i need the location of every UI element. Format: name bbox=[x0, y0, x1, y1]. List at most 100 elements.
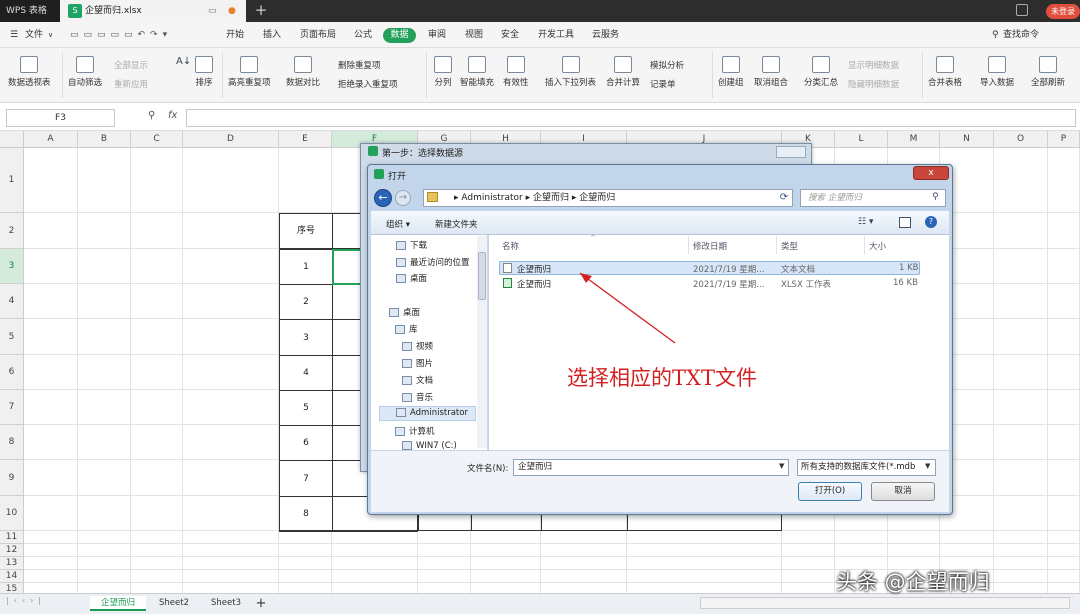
organize-menu[interactable]: 组织 ▾ bbox=[386, 218, 410, 230]
forward-arrow-icon[interactable]: → bbox=[395, 190, 411, 206]
tab-data[interactable]: 数据 bbox=[383, 28, 416, 43]
table-cell-seq[interactable]: 4 bbox=[279, 355, 333, 391]
column-header[interactable]: C bbox=[131, 131, 183, 148]
chevron-down-icon[interactable]: ▼ bbox=[779, 462, 784, 470]
remove-duplicates-button[interactable]: 删除重复项 bbox=[338, 59, 381, 71]
add-sheet-button[interactable]: + bbox=[254, 596, 268, 611]
col-date[interactable]: 修改日期 bbox=[693, 240, 727, 252]
nav-item[interactable]: 计算机 bbox=[395, 425, 435, 437]
dialog-controls[interactable] bbox=[776, 146, 806, 158]
row-header[interactable]: 4 bbox=[0, 284, 24, 319]
refresh-icon[interactable]: ⟳ bbox=[776, 190, 792, 206]
chevron-down-icon[interactable]: ▼ bbox=[925, 462, 930, 470]
search-icon[interactable]: ⚲ bbox=[932, 192, 939, 202]
tab-developer[interactable]: 开发工具 bbox=[538, 28, 574, 42]
row-header[interactable]: 8 bbox=[0, 425, 24, 460]
name-box[interactable]: F3 bbox=[6, 109, 115, 127]
filetype-select[interactable]: 所有支持的数据库文件(*.mdb bbox=[797, 459, 936, 476]
nav-item[interactable]: 图片 bbox=[402, 357, 433, 369]
column-header[interactable]: O bbox=[994, 131, 1048, 148]
autofilter-button[interactable]: 自动筛选 bbox=[68, 56, 102, 88]
nav-scroll-thumb[interactable] bbox=[478, 252, 486, 300]
sheet-tab-3[interactable]: Sheet3 bbox=[202, 596, 250, 611]
split-column-button[interactable]: 分列 bbox=[434, 56, 452, 88]
tab-insert[interactable]: 插入 bbox=[263, 28, 281, 42]
window-mode-icon[interactable] bbox=[1016, 4, 1028, 16]
table-cell-seq[interactable]: 8 bbox=[279, 496, 333, 532]
tab-security[interactable]: 安全 bbox=[501, 28, 519, 42]
tab-page-layout[interactable]: 页面布局 bbox=[300, 28, 336, 42]
nav-item[interactable]: 桌面 bbox=[396, 272, 427, 284]
create-group-button[interactable]: 创建组 bbox=[718, 56, 744, 88]
new-tab-button[interactable]: + bbox=[252, 0, 270, 22]
smart-fill-button[interactable]: 智能填充 bbox=[460, 56, 494, 88]
breadcrumb-folder-2[interactable]: 企望而归 bbox=[579, 193, 615, 203]
tab-view[interactable]: 视图 bbox=[465, 28, 483, 42]
hide-detail-button[interactable]: 隐藏明细数据 bbox=[848, 78, 899, 90]
preview-pane-icon[interactable] bbox=[899, 217, 911, 228]
close-button[interactable]: x bbox=[913, 166, 949, 180]
col-name[interactable]: 名称 bbox=[502, 240, 519, 252]
tab-review[interactable]: 审阅 bbox=[428, 28, 446, 42]
login-badge[interactable]: 未登录 bbox=[1046, 4, 1080, 19]
formula-input[interactable] bbox=[186, 109, 1076, 127]
sort-asc-icon[interactable]: A↓ bbox=[176, 56, 191, 67]
table-cell-seq[interactable]: 1 bbox=[279, 249, 333, 285]
help-icon[interactable]: ? bbox=[925, 216, 937, 228]
select-all-corner[interactable] bbox=[0, 131, 24, 148]
column-header[interactable]: M bbox=[888, 131, 940, 148]
nav-item[interactable]: 最近访问的位置 bbox=[396, 256, 470, 268]
table-header-seq[interactable]: 序号 bbox=[279, 213, 333, 249]
nav-item[interactable]: 库 bbox=[395, 323, 418, 335]
search-input[interactable]: 搜索 企望而归 bbox=[800, 189, 946, 207]
row-header[interactable]: 11 bbox=[0, 531, 24, 544]
row-header[interactable]: 5 bbox=[0, 319, 24, 355]
table-cell-seq[interactable]: 7 bbox=[279, 460, 333, 497]
row-header[interactable]: 14 bbox=[0, 570, 24, 583]
breadcrumb-folder-1[interactable]: 企望而归 bbox=[533, 193, 569, 203]
merge-table-button[interactable]: 合并表格 bbox=[928, 56, 962, 88]
zoom-icon[interactable]: ⚲ bbox=[148, 110, 155, 121]
col-type[interactable]: 类型 bbox=[781, 240, 798, 252]
file-1-name[interactable]: 企望而归 bbox=[517, 263, 551, 275]
row-header[interactable]: 1 bbox=[0, 148, 24, 213]
nav-item[interactable]: 桌面 bbox=[389, 306, 420, 318]
show-all-button[interactable]: 全部显示 bbox=[114, 59, 148, 71]
pivot-table-button[interactable]: 数据透视表 bbox=[8, 56, 51, 88]
row-header[interactable]: 3 bbox=[0, 249, 24, 284]
row-header[interactable]: 7 bbox=[0, 390, 24, 425]
show-detail-button[interactable]: 显示明细数据 bbox=[848, 59, 899, 71]
subtotal-button[interactable]: 分类汇总 bbox=[804, 56, 838, 88]
file-menu[interactable]: 文件 bbox=[25, 28, 43, 42]
row-header[interactable]: 9 bbox=[0, 460, 24, 496]
row-header[interactable]: 12 bbox=[0, 544, 24, 557]
table-cell-seq[interactable]: 6 bbox=[279, 425, 333, 461]
table-cell-seq[interactable]: 5 bbox=[279, 390, 333, 426]
insert-dropdown-button[interactable]: 插入下拉列表 bbox=[545, 56, 596, 88]
horizontal-scrollbar[interactable] bbox=[700, 597, 1070, 609]
reapply-button[interactable]: 重新应用 bbox=[114, 78, 148, 90]
app-name[interactable]: WPS 表格 bbox=[0, 0, 60, 22]
tab-cloud[interactable]: 云服务 bbox=[592, 28, 619, 42]
filename-input[interactable]: 企望而归 bbox=[513, 459, 789, 476]
col-size[interactable]: 大小 bbox=[869, 240, 886, 252]
row-header[interactable]: 10 bbox=[0, 496, 24, 531]
tab-formula[interactable]: 公式 bbox=[354, 28, 372, 42]
column-header[interactable]: L bbox=[835, 131, 888, 148]
column-header[interactable]: D bbox=[183, 131, 279, 148]
nav-item[interactable]: 下载 bbox=[396, 239, 427, 251]
sort-button[interactable]: 排序 bbox=[195, 56, 213, 88]
data-compare-button[interactable]: 数据对比 bbox=[286, 56, 320, 88]
row-header[interactable]: 2 bbox=[0, 213, 24, 249]
column-header[interactable]: A bbox=[24, 131, 78, 148]
sheet-tab-1[interactable]: 企望而归 bbox=[90, 596, 146, 611]
table-cell-seq[interactable]: 2 bbox=[279, 284, 333, 320]
highlight-duplicates-button[interactable]: 高亮重复项 bbox=[228, 56, 271, 88]
open-button[interactable]: 打开(O) bbox=[798, 482, 862, 501]
search-command[interactable]: 查找命令 bbox=[1003, 28, 1039, 42]
column-header[interactable]: B bbox=[78, 131, 131, 148]
view-options-icon[interactable]: ☷ ▾ bbox=[858, 217, 873, 227]
nav-item[interactable]: 视频 bbox=[402, 340, 433, 352]
hamburger-icon[interactable]: ☰ bbox=[10, 28, 18, 42]
new-folder-button[interactable]: 新建文件夹 bbox=[435, 218, 478, 230]
